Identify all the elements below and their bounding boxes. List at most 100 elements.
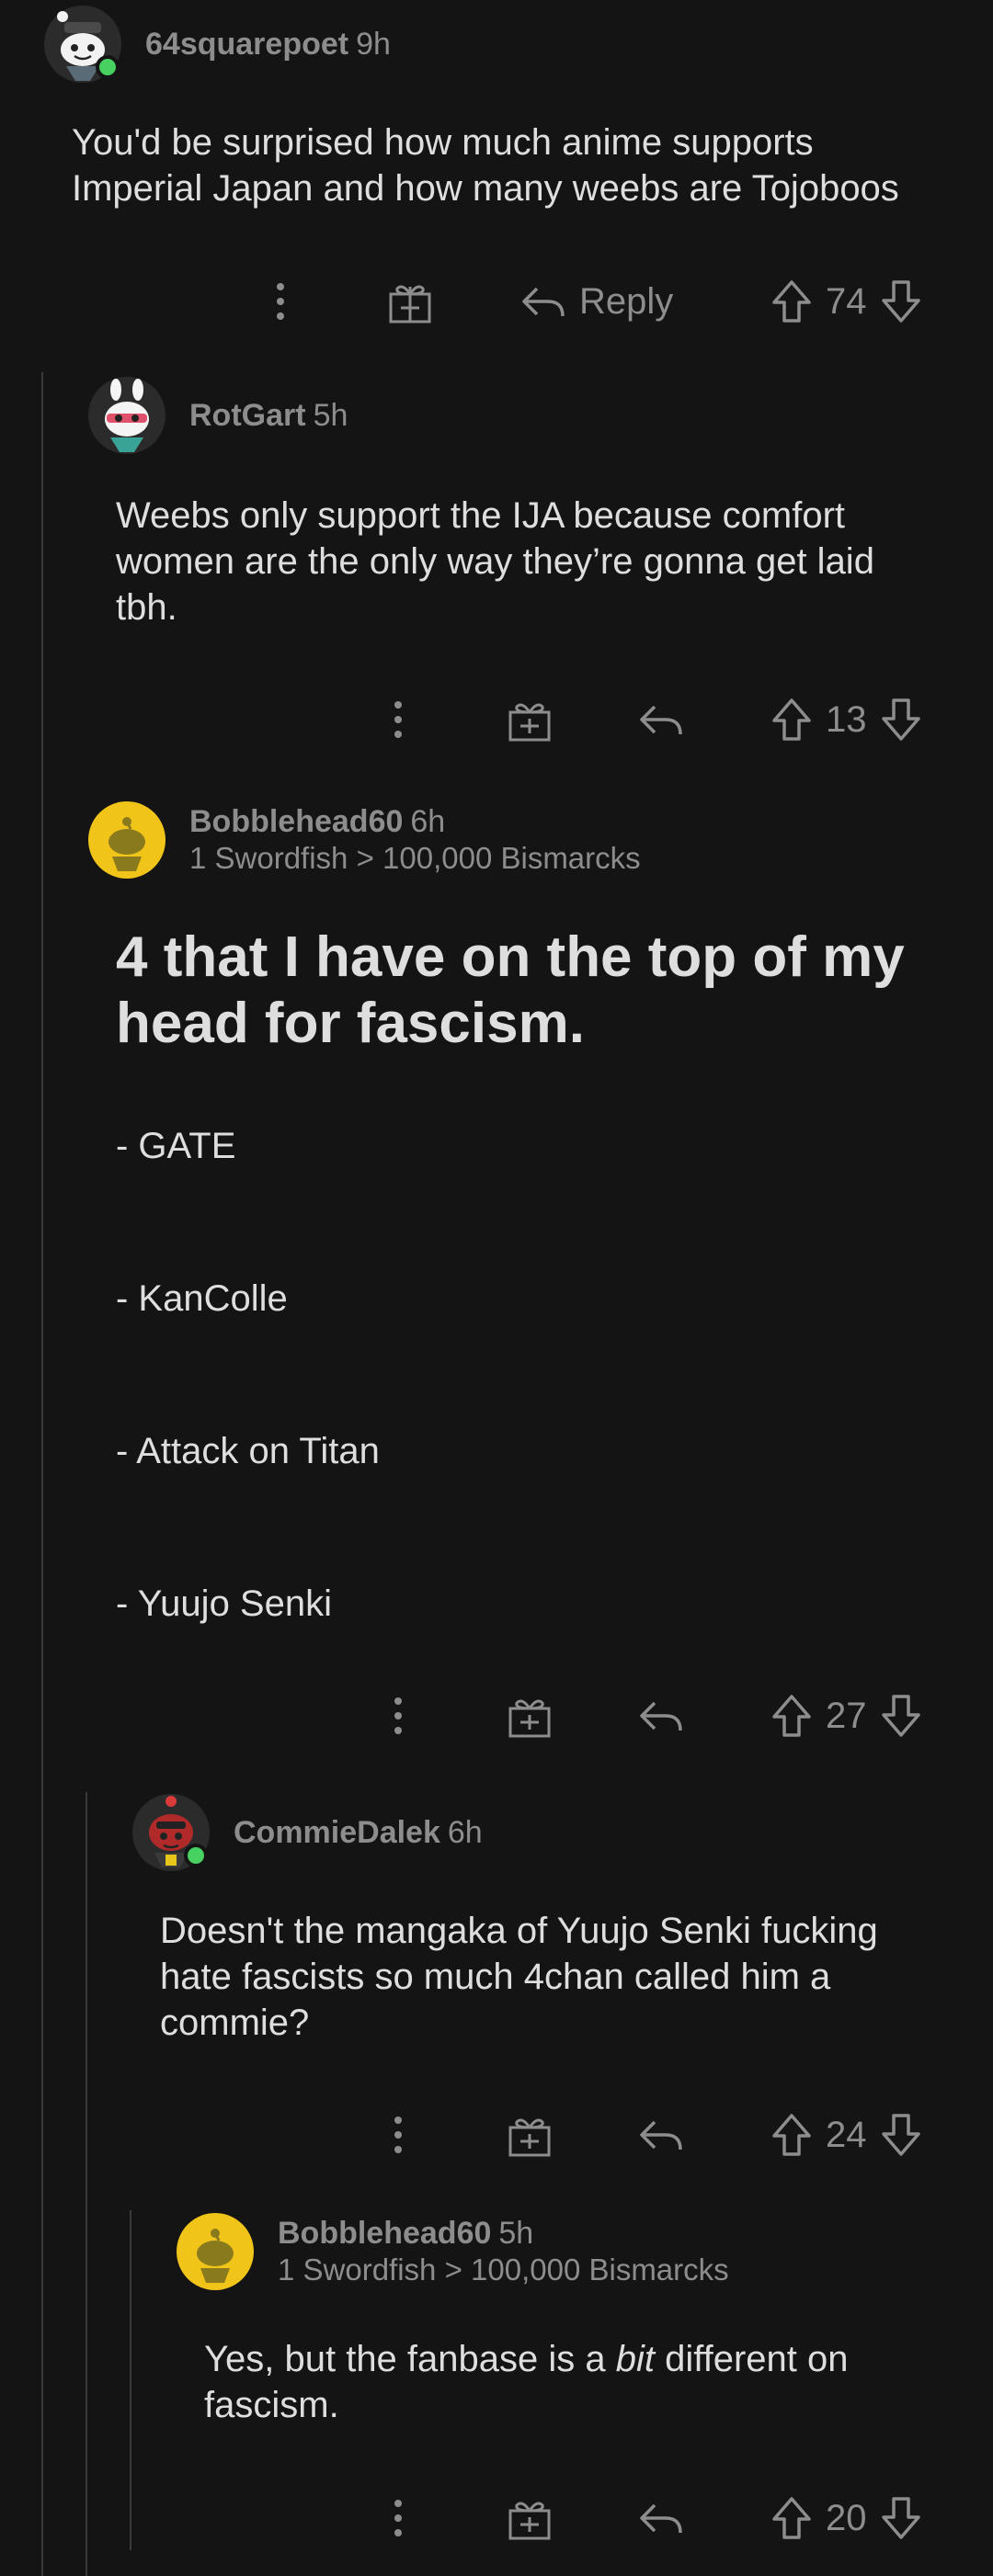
user-flair: 1 Swordfish > 100,000 Bismarcks (278, 2253, 729, 2287)
score: 27 (826, 1695, 867, 1736)
timestamp: 5h (498, 2216, 534, 2251)
comment-body-line: Yes, but the fanbase is a bit different … (204, 2336, 849, 2382)
reply-button[interactable] (638, 2103, 684, 2167)
upvote-arrow-icon[interactable] (770, 697, 813, 743)
award-gift-icon (508, 1699, 551, 1738)
username[interactable]: RotGart (189, 398, 306, 433)
avatar[interactable] (132, 1794, 210, 1871)
body-text-segment: Yes, but the fanbase is a (204, 2339, 616, 2379)
more-vertical-icon (394, 2116, 402, 2153)
comment-body-line: Weebs only support the IJA because comfo… (116, 495, 846, 536)
reply-arrow-icon (640, 705, 682, 735)
comment-actions: 20 (0, 2486, 993, 2550)
award-button[interactable] (386, 269, 434, 334)
reply-arrow-icon (640, 2120, 682, 2150)
comment-heading-line: 4 that I have on the top of my (116, 925, 905, 989)
comment-meta: Bobblehead60 5h 1 Swordfish > 100,000 Bis… (278, 2215, 729, 2288)
body-text-segment: different on (654, 2339, 849, 2379)
comment-body-line: Imperial Japan and how many weebs are To… (72, 168, 899, 209)
comment-actions: Reply 74 (0, 269, 993, 334)
user-flair: 1 Swordfish > 100,000 Bismarcks (189, 841, 641, 875)
more-vertical-icon (394, 2500, 402, 2536)
avatar[interactable] (177, 2213, 254, 2290)
upvote-arrow-icon[interactable] (770, 278, 813, 324)
online-status-dot (184, 1844, 208, 1867)
username[interactable]: CommieDalek (234, 1815, 440, 1850)
more-vertical-icon (394, 701, 402, 738)
more-options-button[interactable] (384, 2486, 412, 2550)
comment-meta: RotGart 5h (189, 397, 348, 434)
score: 24 (826, 2114, 867, 2155)
vote-controls: 74 (770, 269, 922, 334)
comment-actions: 27 (0, 1684, 993, 1748)
downvote-arrow-icon[interactable] (880, 2495, 922, 2541)
comment-body: Doesn't the mangaka of Yuujo Senki fucki… (160, 1908, 878, 2046)
comment-body: 4 that I have on the top of my head for … (116, 925, 905, 1057)
comment-header: 64squarepoet 9h (44, 6, 391, 83)
snoo-avatar-icon (88, 377, 166, 454)
vote-controls: 27 (770, 1684, 922, 1748)
username[interactable]: Bobblehead60 (278, 2216, 491, 2251)
more-options-button[interactable] (384, 1684, 412, 1748)
comment-thread: 64squarepoet 9h You'd be surprised how mu… (0, 0, 993, 2576)
award-button[interactable] (506, 2486, 554, 2550)
snoo-avatar-icon (88, 801, 166, 879)
score: 74 (826, 280, 867, 322)
comment-meta: CommieDalek 6h (234, 1814, 483, 1851)
avatar[interactable] (88, 801, 166, 879)
reply-arrow-icon (522, 287, 565, 317)
username[interactable]: 64squarepoet (145, 27, 348, 62)
avatar[interactable] (44, 6, 121, 83)
award-gift-icon (508, 2118, 551, 2157)
comment-header: Bobblehead60 5h 1 Swordfish > 100,000 Bis… (177, 2213, 729, 2290)
score: 20 (826, 2497, 867, 2538)
list-item: - KanColle (116, 1278, 288, 1319)
reply-arrow-icon (640, 2503, 682, 2534)
list-item: - Yuujo Senki (116, 1583, 332, 1624)
reply-button[interactable]: Reply (520, 269, 673, 334)
reply-button[interactable] (638, 2486, 684, 2550)
vote-controls: 24 (770, 2103, 922, 2167)
comment-body-line: tbh. (116, 587, 177, 628)
timestamp: 6h (447, 1815, 483, 1850)
comment-body-line: You'd be surprised how much anime suppor… (72, 122, 814, 163)
reply-button[interactable] (638, 1684, 684, 1748)
list-item: - Attack on Titan (116, 1431, 380, 1471)
award-gift-icon (508, 2502, 551, 2540)
comment-body-line: Doesn't the mangaka of Yuujo Senki fucki… (160, 1911, 878, 1951)
vote-controls: 13 (770, 687, 922, 752)
reply-label[interactable]: Reply (579, 281, 673, 323)
timestamp: 6h (410, 804, 446, 839)
comment-body: Weebs only support the IJA because comfo… (116, 493, 874, 630)
more-options-button[interactable] (384, 687, 412, 752)
upvote-arrow-icon[interactable] (770, 1693, 813, 1739)
comment-body: Yes, but the fanbase is a bit different … (204, 2336, 849, 2428)
timestamp: 5h (313, 398, 348, 433)
downvote-arrow-icon[interactable] (880, 1693, 922, 1739)
more-vertical-icon (277, 283, 284, 320)
thread-line-level-2[interactable] (86, 1792, 87, 2576)
more-vertical-icon (394, 1697, 402, 1734)
comment-meta: 64squarepoet 9h (145, 26, 391, 62)
comment-body: You'd be surprised how much anime suppor… (72, 119, 899, 211)
more-options-button[interactable] (384, 2103, 412, 2167)
award-gift-icon (389, 285, 431, 323)
downvote-arrow-icon[interactable] (880, 278, 922, 324)
comment-header: CommieDalek 6h (132, 1794, 483, 1871)
avatar[interactable] (88, 377, 166, 454)
award-button[interactable] (506, 1684, 554, 1748)
comment-body-line: hate fascists so much 4chan called him a (160, 1957, 831, 1997)
reply-arrow-icon (640, 1701, 682, 1731)
reply-button[interactable] (638, 687, 684, 752)
downvote-arrow-icon[interactable] (880, 697, 922, 743)
comment-body-line: women are the only way they’re gonna get… (116, 541, 874, 582)
comment-body-line: fascism. (204, 2385, 339, 2425)
username[interactable]: Bobblehead60 (189, 804, 403, 839)
upvote-arrow-icon[interactable] (770, 2112, 813, 2158)
more-options-button[interactable] (267, 269, 294, 334)
score: 13 (826, 698, 867, 740)
upvote-arrow-icon[interactable] (770, 2495, 813, 2541)
award-button[interactable] (506, 687, 554, 752)
downvote-arrow-icon[interactable] (880, 2112, 922, 2158)
award-button[interactable] (506, 2103, 554, 2167)
